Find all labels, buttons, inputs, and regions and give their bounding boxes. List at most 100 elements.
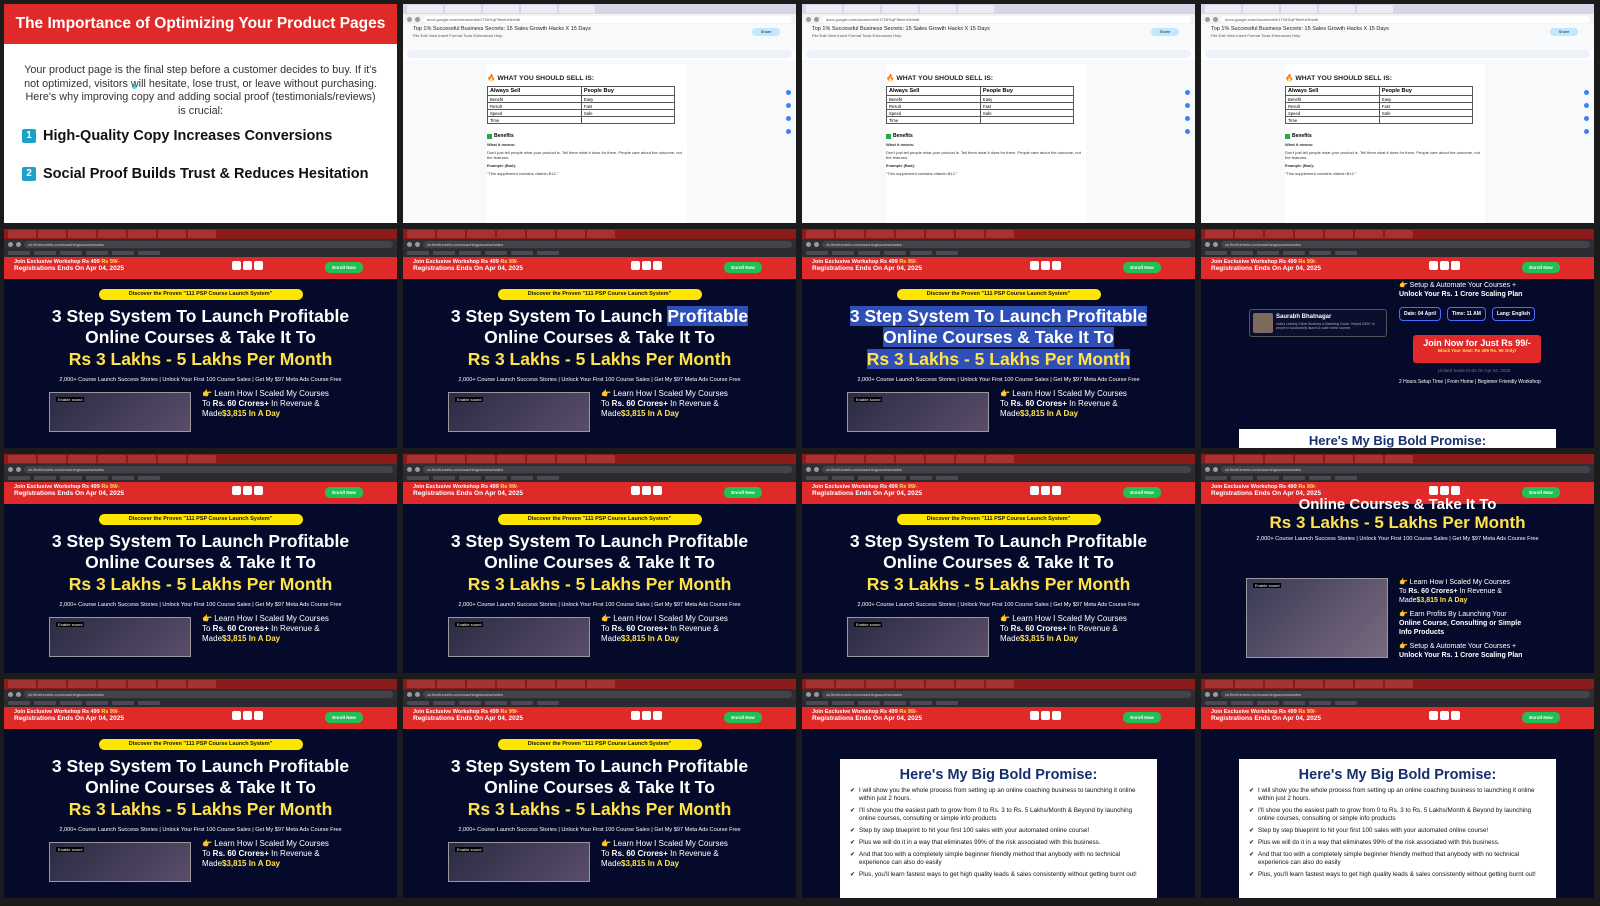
video-player[interactable]: Enable sound xyxy=(49,617,191,657)
enable-sound-button[interactable]: Enable sound xyxy=(455,622,484,627)
table-cell[interactable]: Result xyxy=(1285,102,1380,110)
browser-tab[interactable] xyxy=(68,680,96,688)
reload-icon[interactable] xyxy=(1213,241,1218,247)
reload-icon[interactable] xyxy=(1213,466,1218,472)
contacts-icon[interactable] xyxy=(786,129,791,134)
bookmark-item[interactable] xyxy=(832,251,854,255)
browser-tab[interactable] xyxy=(866,455,894,463)
reload-icon[interactable] xyxy=(16,466,21,472)
browser-tab[interactable] xyxy=(1325,230,1353,238)
browser-tab[interactable] xyxy=(437,230,465,238)
bookmark-item[interactable] xyxy=(1231,476,1253,480)
enable-sound-button[interactable]: Enable sound xyxy=(56,847,85,852)
browser-tab[interactable] xyxy=(527,680,555,688)
reload-icon[interactable] xyxy=(415,466,420,472)
back-icon[interactable] xyxy=(1205,466,1210,472)
url-input[interactable]: docs.google.com/document/d/1TNH1qF6fmfuH… xyxy=(423,15,792,23)
table-cell[interactable]: Safe xyxy=(979,109,1075,117)
browser-tab[interactable] xyxy=(986,230,1014,238)
bookmark-item[interactable] xyxy=(832,476,854,480)
enroll-button[interactable]: Enroll Now xyxy=(1123,262,1161,273)
browser-tab[interactable] xyxy=(437,455,465,463)
reload-icon[interactable] xyxy=(814,466,819,472)
keep-icon[interactable] xyxy=(786,103,791,108)
bookmark-item[interactable] xyxy=(806,251,828,255)
browser-tab[interactable] xyxy=(896,230,924,238)
browser-tab[interactable] xyxy=(527,230,555,238)
browser-tab[interactable] xyxy=(806,230,834,238)
url-input[interactable]: ck.flexifunnels.com/coachingsuccess/sale… xyxy=(1221,690,1590,698)
bookmark-item[interactable] xyxy=(459,701,481,705)
calendar-icon[interactable] xyxy=(1185,90,1190,95)
reload-icon[interactable] xyxy=(814,691,819,697)
browser-tab[interactable] xyxy=(467,455,495,463)
browser-tab[interactable] xyxy=(1265,680,1293,688)
browser-tab[interactable] xyxy=(1235,680,1263,688)
bookmark-item[interactable] xyxy=(910,701,932,705)
bookmark-item[interactable] xyxy=(60,476,82,480)
video-player[interactable]: Enable sound xyxy=(847,392,989,432)
browser-tab[interactable] xyxy=(98,455,126,463)
bookmark-item[interactable] xyxy=(936,701,958,705)
bookmark-item[interactable] xyxy=(1205,251,1227,255)
back-icon[interactable] xyxy=(806,466,811,472)
browser-tab[interactable] xyxy=(1235,455,1263,463)
bookmark-item[interactable] xyxy=(8,701,30,705)
browser-tab[interactable] xyxy=(956,680,984,688)
bookmark-item[interactable] xyxy=(1205,701,1227,705)
browser-tab[interactable] xyxy=(1325,680,1353,688)
url-input[interactable]: ck.flexifunnels.com/coachingsuccess/sale… xyxy=(1221,240,1590,248)
browser-tab[interactable] xyxy=(1205,230,1233,238)
browser-tab[interactable] xyxy=(926,230,954,238)
bookmark-item[interactable] xyxy=(1231,701,1253,705)
doc-page[interactable]: 🔥 WHAT YOU SHOULD SELL IS: Always Sell P… xyxy=(1285,64,1485,223)
back-icon[interactable] xyxy=(1205,241,1210,247)
browser-tab[interactable] xyxy=(836,680,864,688)
browser-tab[interactable] xyxy=(1265,455,1293,463)
table-cell[interactable]: Easy xyxy=(1378,95,1474,103)
browser-tab[interactable] xyxy=(1357,5,1393,13)
doc-title[interactable]: Top 1% Successful Business Secrets: 15 S… xyxy=(812,26,1185,32)
bookmark-item[interactable] xyxy=(537,476,559,480)
bookmark-item[interactable] xyxy=(537,251,559,255)
browser-tab[interactable] xyxy=(896,455,924,463)
url-input[interactable]: ck.flexifunnels.com/coachingsuccess/sale… xyxy=(24,465,393,473)
url-input[interactable]: docs.google.com/document/d/1TNH1qF6fmfuH… xyxy=(822,15,1191,23)
table-cell[interactable]: Benefit xyxy=(1285,95,1380,103)
browser-tab[interactable] xyxy=(986,455,1014,463)
browser-tab[interactable] xyxy=(1295,680,1323,688)
reload-icon[interactable] xyxy=(1213,691,1218,697)
enable-sound-button[interactable]: Enable sound xyxy=(455,847,484,852)
bookmark-item[interactable] xyxy=(511,701,533,705)
table-cell[interactable] xyxy=(1378,116,1474,124)
bookmark-item[interactable] xyxy=(1257,701,1279,705)
back-icon[interactable] xyxy=(1205,16,1210,22)
reload-icon[interactable] xyxy=(415,241,420,247)
bookmark-item[interactable] xyxy=(34,701,56,705)
reload-icon[interactable] xyxy=(1213,16,1218,22)
video-player[interactable]: Enable sound xyxy=(448,392,590,432)
bookmark-item[interactable] xyxy=(1283,251,1305,255)
keep-icon[interactable] xyxy=(1185,103,1190,108)
browser-tab[interactable] xyxy=(188,680,216,688)
browser-tab[interactable] xyxy=(1319,5,1355,13)
tasks-icon[interactable] xyxy=(1584,116,1589,121)
bookmark-item[interactable] xyxy=(112,476,134,480)
browser-tab[interactable] xyxy=(497,680,525,688)
bookmark-item[interactable] xyxy=(34,251,56,255)
browser-tab[interactable] xyxy=(445,5,481,13)
browser-tab[interactable] xyxy=(98,680,126,688)
table-cell[interactable]: Speed xyxy=(487,109,582,117)
bookmark-item[interactable] xyxy=(1205,476,1227,480)
bookmark-item[interactable] xyxy=(8,251,30,255)
enroll-button[interactable]: Enroll Now xyxy=(325,487,363,498)
url-input[interactable]: ck.flexifunnels.com/coachingsuccess/sale… xyxy=(822,690,1191,698)
table-cell[interactable]: Fast xyxy=(580,102,676,110)
table-cell[interactable] xyxy=(979,116,1075,124)
keep-icon[interactable] xyxy=(1584,103,1589,108)
bookmark-item[interactable] xyxy=(1335,701,1357,705)
back-icon[interactable] xyxy=(407,466,412,472)
enroll-button[interactable]: Enroll Now xyxy=(325,712,363,723)
browser-tab[interactable] xyxy=(128,680,156,688)
browser-tab[interactable] xyxy=(557,680,585,688)
